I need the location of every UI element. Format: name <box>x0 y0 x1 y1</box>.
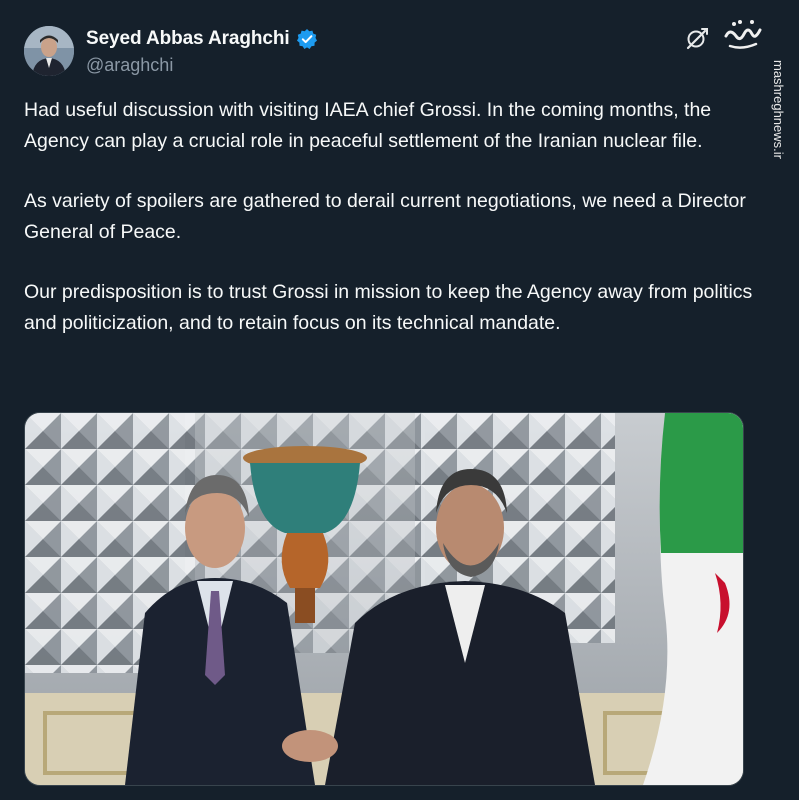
tweet-paragraph-2: As variety of spoilers are gathered to d… <box>24 190 746 243</box>
tweet-paragraph-1: Had useful discussion with visiting IAEA… <box>24 99 712 152</box>
tweet-card: Seyed Abbas Araghchi @araghchi mashreghn… <box>0 0 799 800</box>
tweet-photo[interactable] <box>24 412 744 786</box>
watermark-site-text: mashreghnews.ir <box>771 60 786 159</box>
verified-badge-icon[interactable] <box>296 28 318 50</box>
author-avatar[interactable] <box>24 26 74 76</box>
mashregh-logo <box>722 14 764 54</box>
author-display-name[interactable]: Seyed Abbas Araghchi <box>86 28 290 50</box>
tweet-paragraph-3: Our predisposition is to trust Grossi in… <box>24 281 753 334</box>
grok-icon[interactable] <box>684 26 710 52</box>
author-handle[interactable]: @araghchi <box>86 55 173 76</box>
tweet-text: Had useful discussion with visiting IAEA… <box>24 95 754 368</box>
author-name-row: Seyed Abbas Araghchi <box>86 28 318 50</box>
